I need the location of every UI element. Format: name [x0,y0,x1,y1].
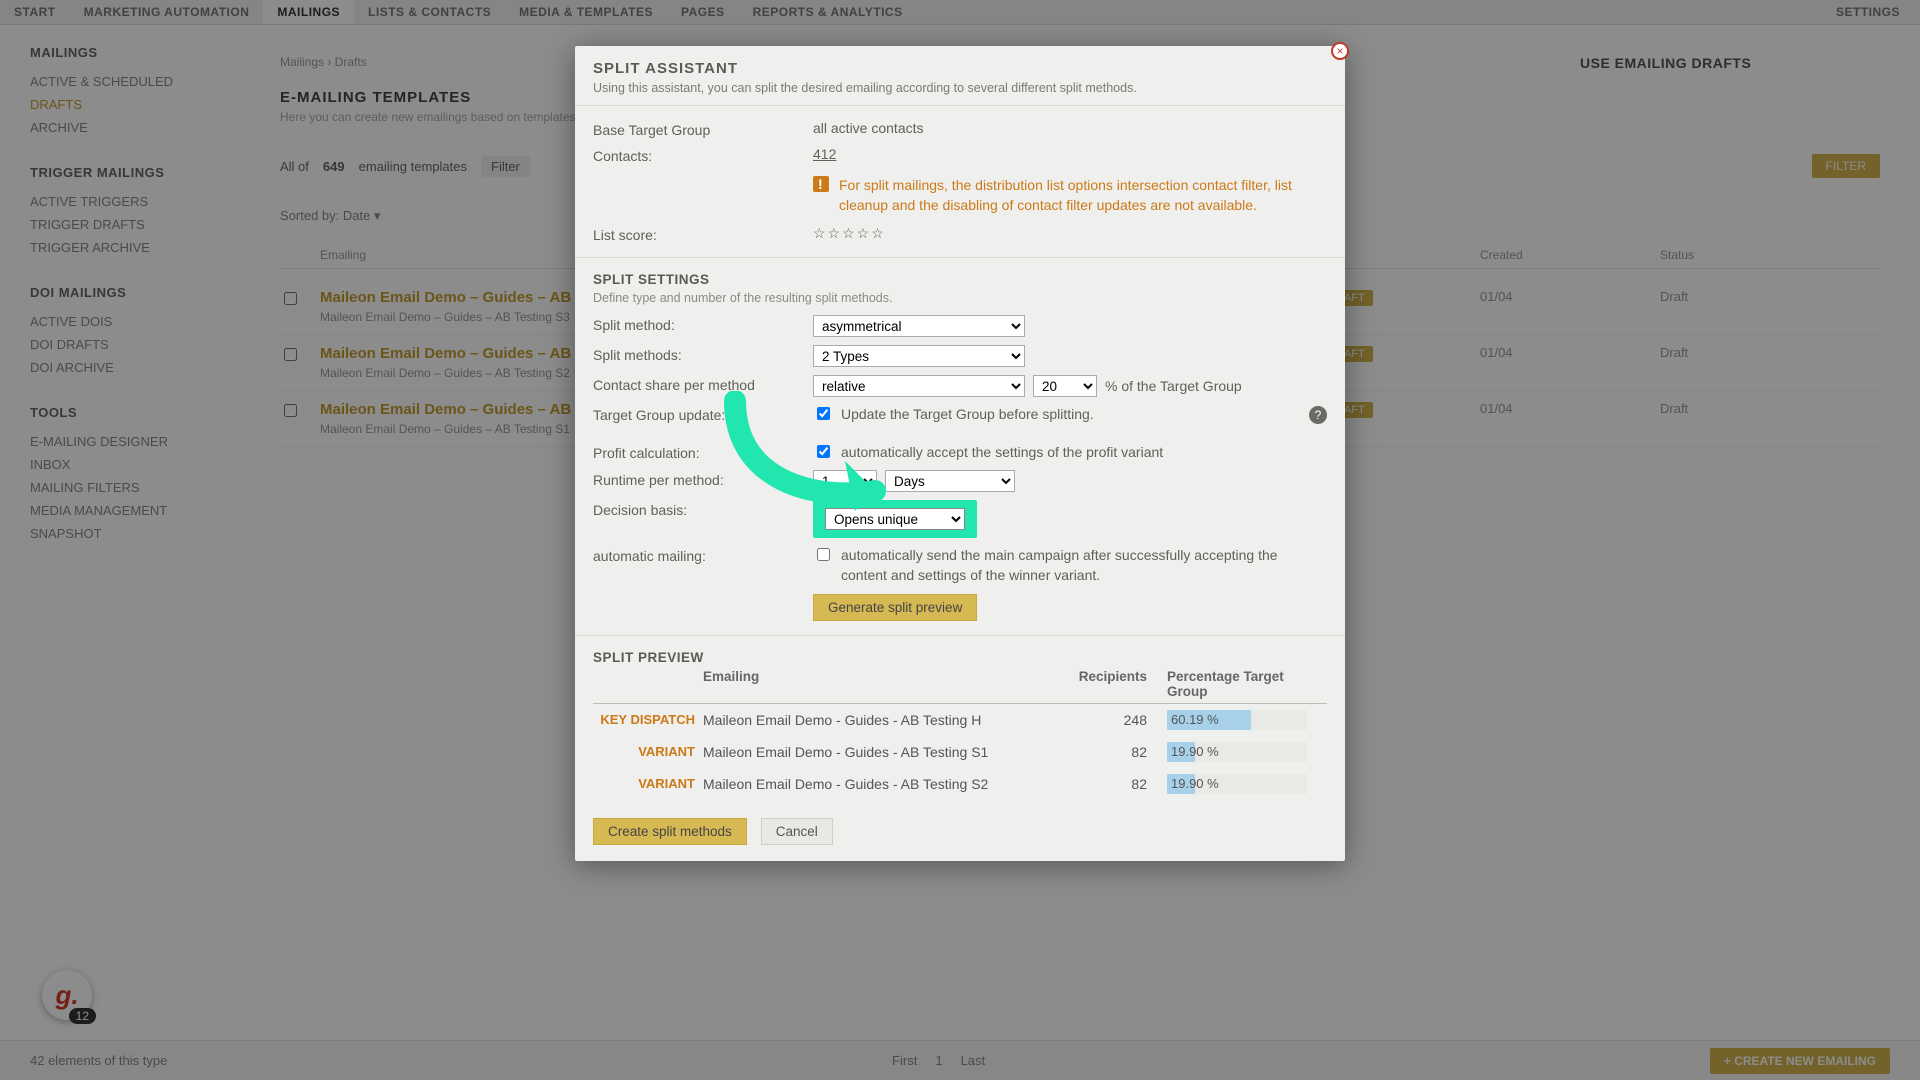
lab-listscore: List score: [593,225,813,243]
split-settings-sub: Define type and number of the resulting … [593,291,1327,305]
lab-contacts: Contacts: [593,146,813,164]
chk-profit[interactable] [817,445,830,458]
preview-tag: KEY DISPATCH [593,712,703,727]
share-suffix: % of the Target Group [1105,378,1242,394]
preview-pct-bar: 19.90 % [1167,774,1307,794]
preview-recipients: 82 [1047,744,1167,760]
chk-update-group[interactable] [817,407,830,420]
modal-subtitle: Using this assistant, you can split the … [593,81,1327,95]
warning-icon [813,176,829,192]
preview-row: KEY DISPATCHMaileon Email Demo - Guides … [593,704,1327,736]
generate-preview-button[interactable]: Generate split preview [813,594,977,621]
lab-share: Contact share per method [593,375,813,393]
preview-tag: VARIANT [593,776,703,791]
lab-automailing: automatic mailing: [593,546,813,564]
select-split-method[interactable]: asymmetrical [813,315,1025,337]
split-settings-title: SPLIT SETTINGS [593,272,1327,287]
contacts-link[interactable]: 412 [813,146,836,162]
chk-update-label: Update the Target Group before splitting… [841,405,1094,425]
preview-name: Maileon Email Demo - Guides - AB Testing… [703,712,1047,728]
modal-title: SPLIT ASSISTANT [593,60,1327,77]
warning-note: For split mailings, the distribution lis… [813,172,1327,217]
lab-profit: Profit calculation: [593,443,813,461]
cancel-button[interactable]: Cancel [761,818,833,845]
ph-rec: Recipients [1047,669,1167,699]
select-share-type[interactable]: relative [813,375,1025,397]
help-icon[interactable]: ? [1309,406,1327,424]
split-assistant-modal: × SPLIT ASSISTANT Using this assistant, … [575,46,1345,861]
lab-split-methods: Split methods: [593,345,813,363]
preview-row: VARIANTMaileon Email Demo - Guides - AB … [593,736,1327,768]
select-share-value[interactable]: 20 [1033,375,1097,397]
select-runtime-unit[interactable]: Days [885,470,1015,492]
preview-pct-bar: 19.90 % [1167,742,1307,762]
preview-tag: VARIANT [593,744,703,759]
chk-automailing-label: automatically send the main campaign aft… [841,546,1327,585]
preview-recipients: 248 [1047,712,1167,728]
lab-split-method: Split method: [593,315,813,333]
ph-email: Emailing [703,669,1047,699]
split-preview-table: Emailing Recipients Percentage Target Gr… [593,669,1327,800]
val-base-group: all active contacts [813,120,1327,136]
ph-pct: Percentage Target Group [1167,669,1327,699]
select-split-methods[interactable]: 2 Types [813,345,1025,367]
preview-recipients: 82 [1047,776,1167,792]
close-icon[interactable]: × [1331,42,1349,60]
select-runtime-n[interactable]: 1 [813,470,877,492]
modal-overlay: × SPLIT ASSISTANT Using this assistant, … [0,0,1920,1080]
lab-base-group: Base Target Group [593,120,813,138]
preview-row: VARIANTMaileon Email Demo - Guides - AB … [593,768,1327,800]
preview-name: Maileon Email Demo - Guides - AB Testing… [703,776,1047,792]
lab-runtime: Runtime per method: [593,470,813,488]
warning-text: For split mailings, the distribution lis… [839,176,1327,215]
decision-highlight: Opens unique [813,500,977,538]
split-preview-title: SPLIT PREVIEW [593,650,1327,665]
select-decision-basis[interactable]: Opens unique [825,508,965,530]
preview-pct-bar: 60.19 % [1167,710,1307,730]
lab-update: Target Group update: [593,405,813,423]
chk-automailing[interactable] [817,548,830,561]
preview-name: Maileon Email Demo - Guides - AB Testing… [703,744,1047,760]
create-split-button[interactable]: Create split methods [593,818,747,845]
list-score-stars: ☆☆☆☆☆ [813,225,1327,242]
chk-profit-label: automatically accept the settings of the… [841,443,1163,463]
lab-decision: Decision basis: [593,500,813,518]
